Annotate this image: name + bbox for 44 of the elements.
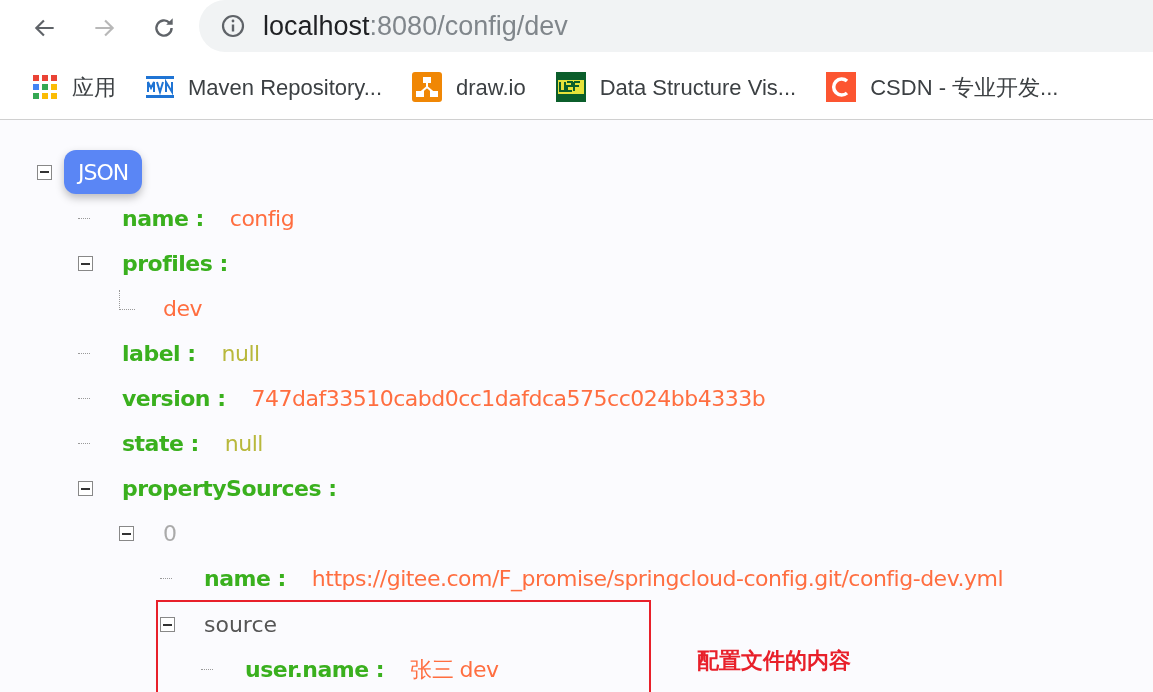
- bookmark[interactable]: draw.io: [412, 70, 526, 104]
- annotation-text: 配置文件的内容: [697, 647, 851, 675]
- apps-grid-icon: [32, 74, 58, 100]
- object-key: source: [204, 608, 278, 641]
- array-index: 0: [163, 520, 177, 548]
- tree-line: [78, 353, 90, 354]
- property-value: 747daf33510cabd0cc1dafdca575cc024bb4333b: [251, 385, 766, 413]
- usf-logo-icon: [555, 72, 586, 102]
- property-key: name :: [122, 202, 204, 235]
- tree-line: [160, 578, 172, 579]
- property-value: dev: [163, 295, 203, 323]
- root-badge: JSON: [64, 150, 143, 194]
- collapse-toggle[interactable]: [78, 481, 93, 496]
- tree-line: [78, 218, 90, 219]
- property-key: label :: [122, 337, 196, 370]
- property-value: config: [229, 205, 295, 233]
- tree-line: [78, 398, 90, 399]
- collapse-toggle[interactable]: [160, 617, 175, 632]
- bookmark[interactable]: 应用: [32, 70, 116, 104]
- url-text: localhost:8080/config/dev: [263, 9, 568, 43]
- property-key: state :: [122, 427, 199, 460]
- property-value: null: [224, 430, 263, 458]
- tree-line: [78, 443, 90, 444]
- bookmark[interactable]: Data Structure Vis...: [555, 70, 797, 104]
- bookmark[interactable]: CSDN - 专业开发...: [826, 70, 1059, 104]
- collapse-toggle[interactable]: [37, 164, 52, 180]
- property-key: version :: [122, 382, 226, 415]
- property-value: null: [221, 340, 260, 368]
- property-value: 张三 dev: [410, 656, 499, 684]
- property-key: user.name :: [245, 653, 385, 686]
- collapse-toggle[interactable]: [78, 256, 93, 271]
- collapse-toggle[interactable]: [119, 526, 134, 541]
- diagram-icon: [412, 72, 442, 102]
- property-key: profiles :: [122, 247, 228, 280]
- tree-line: [119, 289, 135, 310]
- tree-line: [201, 669, 213, 670]
- property-value: https://gitee.com/F_promise/springcloud-config.git/config-dev.yml: [311, 565, 1003, 594]
- address-bar[interactable]: localhost:8080/config/dev: [199, 0, 1153, 52]
- csdn-logo-icon: [826, 72, 857, 102]
- bookmark[interactable]: Maven Repository...: [146, 70, 382, 104]
- mvn-icon: [146, 74, 174, 100]
- property-key: name :: [204, 562, 286, 595]
- property-key: propertySources :: [122, 472, 337, 505]
- info-icon: [221, 14, 245, 38]
